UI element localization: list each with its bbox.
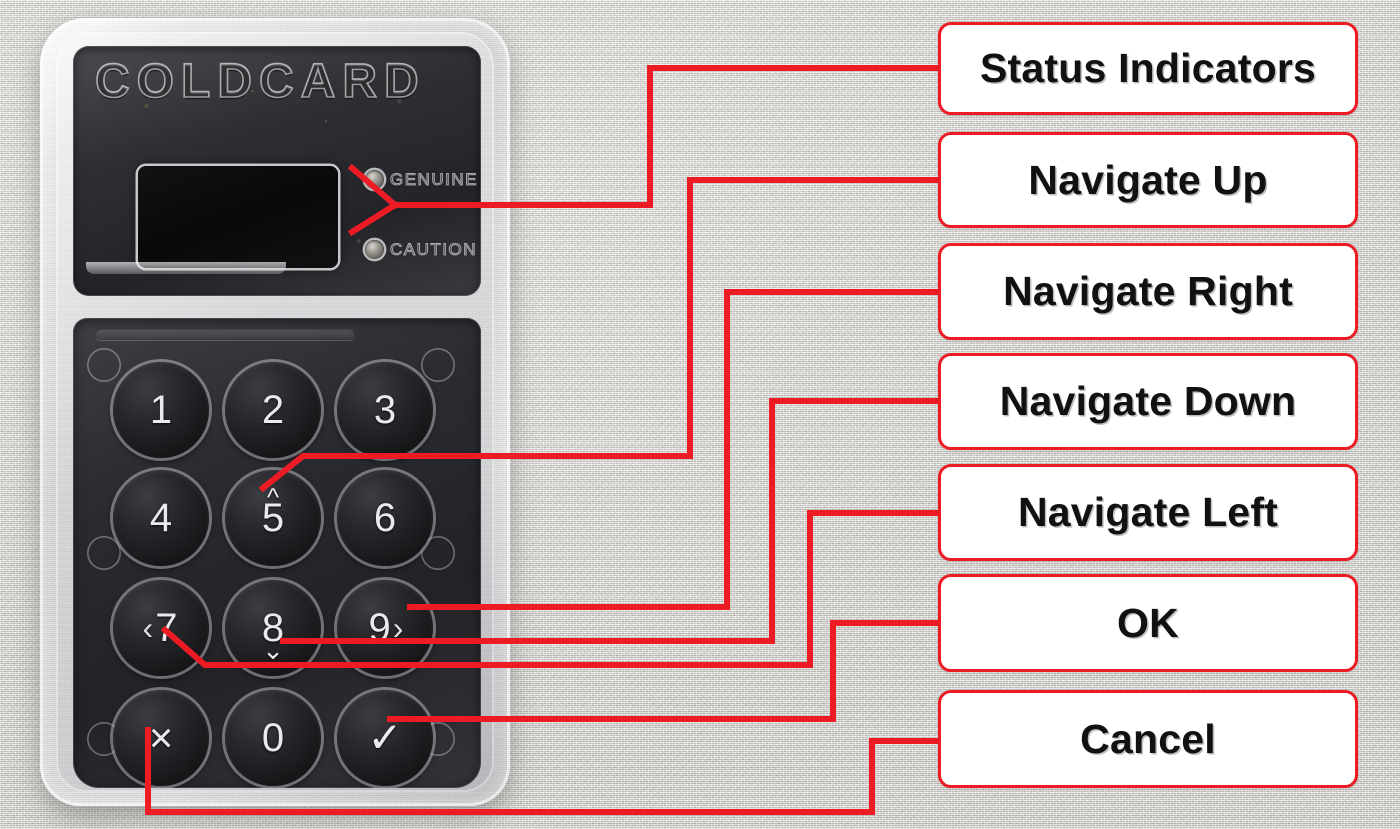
navigate-left-chevron-icon: ‹ xyxy=(142,609,154,646)
keypad-key-1[interactable]: 1 xyxy=(113,362,209,458)
case-seam-notch xyxy=(86,262,286,274)
keypad-key-2[interactable]: 2 xyxy=(225,362,321,458)
genuine-led xyxy=(365,170,384,189)
label-ok[interactable]: OK xyxy=(938,574,1358,672)
label-navigate-left[interactable]: Navigate Left xyxy=(938,464,1358,561)
label-status-indicators-text: Status Indicators xyxy=(979,45,1317,91)
keypad-key-7[interactable]: ‹ 7 xyxy=(113,580,209,676)
key-7-label: 7 xyxy=(155,606,178,650)
genuine-led-label: GENUINE xyxy=(390,170,478,190)
status-indicator-group: GENUINE CAUTION xyxy=(363,164,481,276)
label-cancel[interactable]: Cancel xyxy=(938,690,1358,788)
cancel-x-icon: × xyxy=(148,714,174,761)
key-1-label: 1 xyxy=(149,388,173,432)
keypad-key-9[interactable]: 9 › xyxy=(337,580,433,676)
label-ok-text: OK xyxy=(1117,599,1179,646)
oled-display xyxy=(138,166,338,268)
caution-led-label: CAUTION xyxy=(390,240,477,260)
label-navigate-right[interactable]: Navigate Right xyxy=(938,243,1358,340)
keypad-key-6[interactable]: 6 xyxy=(337,470,433,566)
keypad-key-cancel[interactable]: × xyxy=(113,690,209,786)
key-0-label: 0 xyxy=(261,716,285,760)
navigate-right-chevron-icon: › xyxy=(392,609,404,646)
label-navigate-down-text: Navigate Down xyxy=(999,378,1297,424)
label-navigate-left-text: Navigate Left xyxy=(1017,489,1279,535)
ok-check-icon: ✓ xyxy=(367,714,403,761)
key-6-label: 6 xyxy=(373,496,397,540)
navigate-down-chevron-icon: ⌄ xyxy=(262,635,284,665)
keypad-key-5[interactable]: ^ 5 xyxy=(225,470,321,566)
label-cancel-text: Cancel xyxy=(1080,715,1216,762)
coldcard-brand-emboss: COLDCARD xyxy=(94,54,426,109)
keypad-key-0[interactable]: 0 xyxy=(225,690,321,786)
keypad-plate: 1 2 3 4 ^ 5 6 ‹ 7 8 ⌄ 9 › × 0 ✓ xyxy=(73,318,481,788)
label-status-indicators[interactable]: Status Indicators xyxy=(938,22,1358,115)
navigate-up-caret-icon: ^ xyxy=(266,482,280,512)
caution-led xyxy=(365,240,384,259)
keypad-vent-slot xyxy=(95,328,355,340)
key-4-label: 4 xyxy=(149,496,173,540)
keypad-key-8[interactable]: 8 ⌄ xyxy=(225,580,321,676)
label-navigate-up[interactable]: Navigate Up xyxy=(938,132,1358,228)
label-navigate-right-text: Navigate Right xyxy=(1003,268,1293,314)
keypad-key-4[interactable]: 4 xyxy=(113,470,209,566)
coldcard-device: COLDCARD GENUINE CAUTION 1 2 3 4 ^ 5 6 ‹… xyxy=(40,18,510,806)
device-top-plate: COLDCARD GENUINE CAUTION xyxy=(73,46,481,296)
keypad-key-ok[interactable]: ✓ xyxy=(337,690,433,786)
key-2-label: 2 xyxy=(261,388,285,432)
key-3-label: 3 xyxy=(373,388,397,432)
label-navigate-down[interactable]: Navigate Down xyxy=(938,353,1358,450)
keypad-key-3[interactable]: 3 xyxy=(337,362,433,458)
annotated-diagram-canvas: COLDCARD GENUINE CAUTION 1 2 3 4 ^ 5 6 ‹… xyxy=(0,0,1400,829)
label-navigate-up-text: Navigate Up xyxy=(1028,156,1268,203)
key-9-label: 9 xyxy=(368,606,391,650)
